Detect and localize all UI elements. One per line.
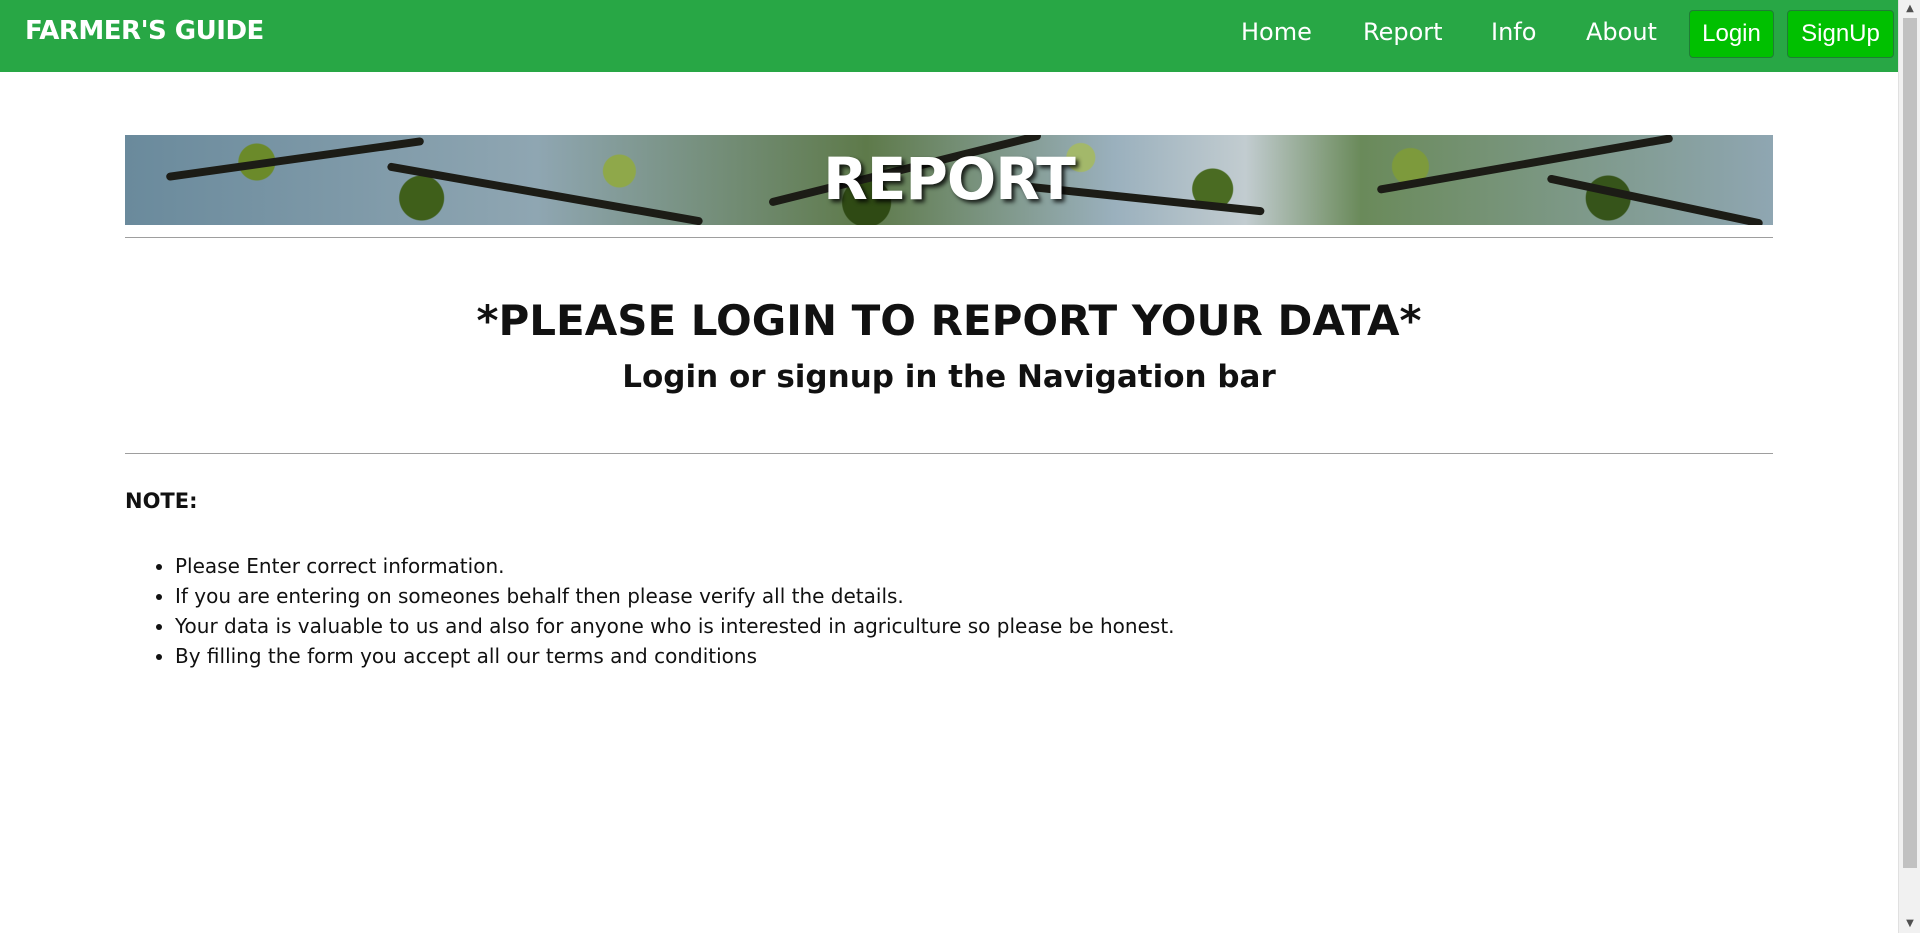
list-item: If you are entering on someones behalf t… [175, 581, 1175, 611]
signup-button[interactable]: SignUp [1787, 10, 1894, 58]
divider [125, 237, 1773, 238]
login-prompt-subheading: Login or signup in the Navigation bar [622, 359, 1276, 395]
vertical-scrollbar[interactable]: ▲ ▼ [1898, 0, 1920, 933]
page: FARMER'S GUIDE Home Report Info About Lo… [0, 0, 1920, 933]
divider [125, 453, 1773, 454]
list-item: By filling the form you accept all our t… [175, 641, 1175, 671]
scroll-down-icon[interactable]: ▼ [1899, 915, 1920, 933]
nav-link-info[interactable]: Info [1491, 18, 1536, 46]
login-prompt-heading: *PLEASE LOGIN TO REPORT YOUR DATA* [476, 296, 1422, 345]
list-item: Your data is valuable to us and also for… [175, 611, 1175, 641]
scrollbar-thumb[interactable] [1903, 18, 1917, 868]
nav-link-home[interactable]: Home [1241, 18, 1312, 46]
note-list: Please Enter correct information. If you… [175, 551, 1175, 671]
nav-link-about[interactable]: About [1586, 18, 1657, 46]
list-item: Please Enter correct information. [175, 551, 1175, 581]
banner-title: REPORT [823, 145, 1076, 213]
note-title: NOTE: [125, 489, 198, 513]
scroll-up-icon[interactable]: ▲ [1899, 0, 1920, 18]
report-banner: REPORT [125, 135, 1773, 225]
brand-logo[interactable]: FARMER'S GUIDE [25, 16, 264, 46]
nav-link-report[interactable]: Report [1363, 18, 1443, 46]
login-button[interactable]: Login [1689, 10, 1774, 58]
navbar: FARMER'S GUIDE Home Report Info About Lo… [0, 0, 1898, 72]
